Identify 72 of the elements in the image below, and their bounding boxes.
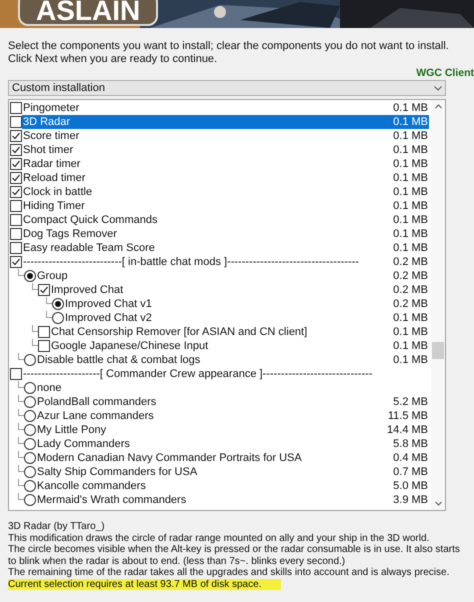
checkbox[interactable] — [38, 340, 50, 352]
radio-button[interactable] — [24, 424, 36, 436]
scroll-thumb[interactable] — [432, 342, 444, 359]
component-item[interactable]: Improved Chat 0.2 MB — [50, 283, 429, 297]
disk-space-text: Current selection requires at least 93.7 MB of disk space. — [8, 578, 282, 590]
description-text: The remaining time of the radar takes all the upgrades and skills into account and is always precise. — [8, 567, 450, 578]
radio-button[interactable] — [52, 312, 64, 324]
component-item[interactable]: Azur Lane commanders 11.5 MB — [36, 409, 429, 423]
checkbox[interactable] — [10, 368, 22, 380]
checkbox[interactable] — [10, 130, 22, 142]
radio-button[interactable] — [24, 452, 36, 464]
instructions-text: Select the components you want to install; clear the components you do not want to install. Click Next when you are ready to continue. — [8, 40, 450, 66]
checkbox[interactable] — [10, 186, 22, 198]
chevron-down-icon — [434, 86, 442, 90]
component-item[interactable]: Score timer 0.1 MB — [22, 129, 429, 143]
radio-button[interactable] — [24, 396, 36, 408]
radio-button[interactable] — [52, 298, 64, 310]
component-item[interactable]: My Little Pony 14.4 MB — [36, 423, 429, 437]
scrollbar[interactable] — [431, 100, 445, 510]
checkbox[interactable] — [10, 228, 22, 240]
client-label: WGC Client — [416, 67, 474, 79]
component-item[interactable]: Improved Chat v1 0.2 MB — [64, 297, 429, 311]
checkbox[interactable] — [10, 116, 22, 128]
radio-button[interactable] — [24, 438, 36, 450]
component-item[interactable]: ---------------------------[ in-battle chat mods ]------------------------------------ 0.2 MB — [22, 255, 429, 269]
component-item[interactable]: Chat Censorship Remover [for ASIAN and CN client] 0.1 MB — [50, 325, 429, 339]
scroll-up-icon[interactable] — [434, 104, 442, 109]
checkbox[interactable] — [10, 242, 22, 254]
component-item[interactable]: Reload timer 0.1 MB — [22, 171, 429, 185]
component-item[interactable]: Salty Ship Commanders for USA 0.7 MB — [36, 465, 429, 479]
component-item[interactable]: Modern Canadian Navy Commander Portraits for USA 0.4 MB — [36, 451, 429, 465]
component-item[interactable]: Group 0.2 MB — [36, 269, 429, 283]
scroll-down-icon[interactable] — [434, 501, 442, 506]
component-item[interactable]: Kancolle commanders 5.0 MB — [36, 479, 429, 493]
component-item[interactable]: Easy readable Team Score 0.1 MB — [22, 241, 429, 255]
description-text: This modification draws the circle of radar range mounted on ally and your ship in the 3D world. — [8, 532, 430, 544]
description-title: 3D Radar (by TTaro_) — [8, 521, 106, 532]
radio-button[interactable] — [24, 480, 36, 492]
component-item[interactable]: none — [36, 381, 429, 395]
radio-button[interactable] — [24, 354, 36, 366]
component-item[interactable]: Hiding Timer 0.1 MB — [22, 199, 429, 213]
component-item[interactable]: Radar timer 0.1 MB — [22, 157, 429, 171]
checkbox[interactable] — [10, 144, 22, 156]
radio-button[interactable] — [24, 410, 36, 422]
component-item[interactable]: ---------------------[ Commander Crew appearance ]------------------------------ — [22, 367, 429, 381]
checkbox[interactable] — [10, 200, 22, 212]
component-item[interactable]: Lady Commanders 5.8 MB — [36, 437, 429, 451]
description-text: The circle becomes visible when the Alt-key is pressed or the radar consumable is in use. It also starts to blink when the radar is about to end. (less than 7s~. blinks every second.) — [8, 544, 461, 567]
component-item[interactable]: Mermaid's Wrath commanders 3.9 MB — [36, 493, 429, 507]
checkbox[interactable] — [10, 172, 22, 184]
checkbox[interactable] — [10, 158, 22, 170]
component-item[interactable]: Clock in battle 0.1 MB — [22, 185, 429, 199]
radio-button[interactable] — [24, 382, 36, 394]
component-item[interactable]: Shot timer 0.1 MB — [22, 143, 429, 157]
checkbox[interactable] — [38, 284, 50, 296]
checkbox[interactable] — [10, 256, 22, 268]
component-item[interactable]: Improved Chat v2 0.1 MB — [64, 311, 429, 325]
component-item[interactable]: Disable battle chat & combat logs 0.1 MB — [36, 353, 429, 367]
checkbox[interactable] — [10, 102, 22, 114]
component-item[interactable]: PolandBall commanders 5.2 MB — [36, 395, 429, 409]
radio-button[interactable] — [24, 466, 36, 478]
component-item[interactable]: 3D Radar 0.1 MB — [22, 115, 429, 129]
install-type-dropdown[interactable]: Custom installation — [8, 80, 446, 96]
logo: ASLAIN — [18, 0, 158, 26]
component-item[interactable]: Pingometer 0.1 MB — [22, 101, 429, 115]
component-item[interactable]: Dog Tags Remover 0.1 MB — [22, 227, 429, 241]
radio-button[interactable] — [24, 270, 36, 282]
component-item[interactable]: Compact Quick Commands 0.1 MB — [22, 213, 429, 227]
checkbox[interactable] — [10, 214, 22, 226]
component-item[interactable]: Google Japanese/Chinese Input 0.1 MB — [50, 339, 429, 353]
checkbox[interactable] — [38, 326, 50, 338]
radio-button[interactable] — [24, 494, 36, 506]
